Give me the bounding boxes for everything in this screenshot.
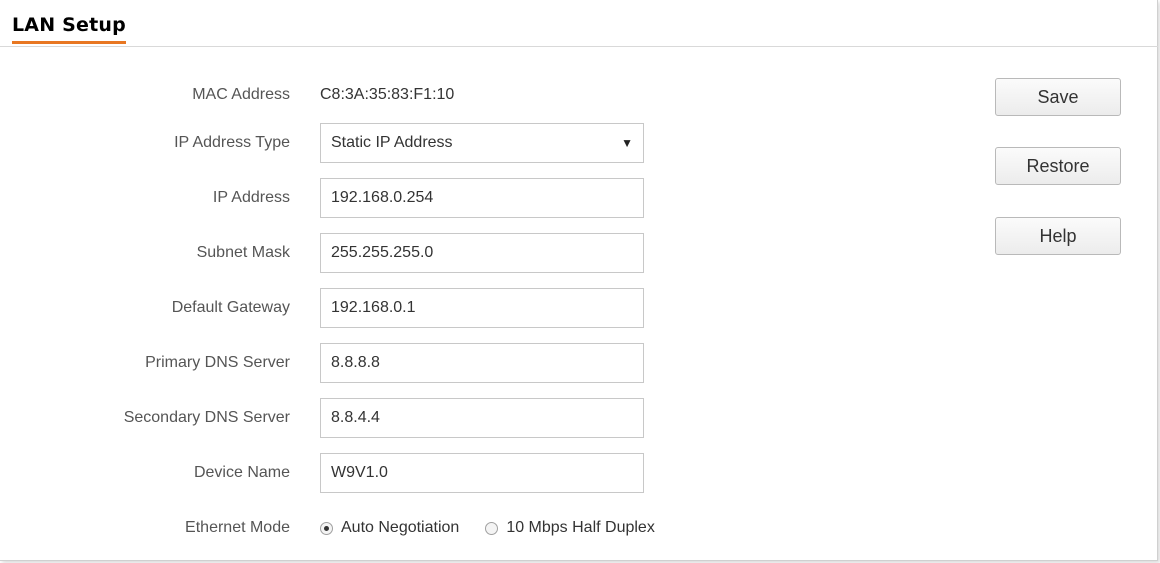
ethernet-mode-option-auto[interactable]: Auto Negotiation [320, 519, 459, 537]
chevron-down-icon: ▼ [621, 136, 633, 150]
ip-address-label: IP Address [212, 189, 290, 206]
restore-button[interactable]: Restore [995, 147, 1121, 185]
secondary-dns-field[interactable] [320, 398, 644, 438]
device-name-field[interactable] [320, 453, 644, 493]
ethernet-mode-option-10mbps[interactable]: 10 Mbps Half Duplex [485, 519, 655, 537]
mac-address-label: MAC Address [192, 86, 290, 103]
primary-dns-label: Primary DNS Server [145, 354, 290, 371]
page-title: LAN Setup [12, 13, 126, 44]
radio-checked-icon[interactable] [320, 521, 333, 535]
ip-address-type-select[interactable]: Static IP Address ▼ [320, 123, 644, 163]
device-name-label: Device Name [193, 464, 290, 481]
ethernet-mode-option-10mbps-label: 10 Mbps Half Duplex [506, 519, 655, 536]
save-button[interactable]: Save [995, 78, 1121, 116]
mac-address-value: C8:3A:35:83:F1:10 [320, 86, 455, 103]
ethernet-mode-radio-group: Auto Negotiation 10 Mbps Half Duplex [320, 518, 681, 538]
ethernet-mode-label: Ethernet Mode [185, 519, 290, 536]
ip-address-field[interactable] [320, 178, 644, 218]
ethernet-mode-option-auto-label: Auto Negotiation [341, 519, 460, 536]
panel-header: LAN Setup [0, 0, 1158, 47]
subnet-mask-label: Subnet Mask [196, 244, 290, 261]
default-gateway-field[interactable] [320, 288, 644, 328]
ip-address-type-label: IP Address Type [174, 134, 290, 151]
radio-unchecked-icon[interactable] [485, 521, 499, 535]
default-gateway-label: Default Gateway [171, 299, 290, 316]
primary-dns-field[interactable] [320, 343, 644, 383]
secondary-dns-label: Secondary DNS Server [123, 409, 290, 426]
help-button[interactable]: Help [995, 217, 1121, 255]
subnet-mask-field[interactable] [320, 233, 644, 273]
ip-address-type-selected: Static IP Address [331, 134, 453, 151]
lan-setup-panel: LAN Setup MAC Address C8:3A:35:83:F1:10 … [0, 0, 1158, 561]
